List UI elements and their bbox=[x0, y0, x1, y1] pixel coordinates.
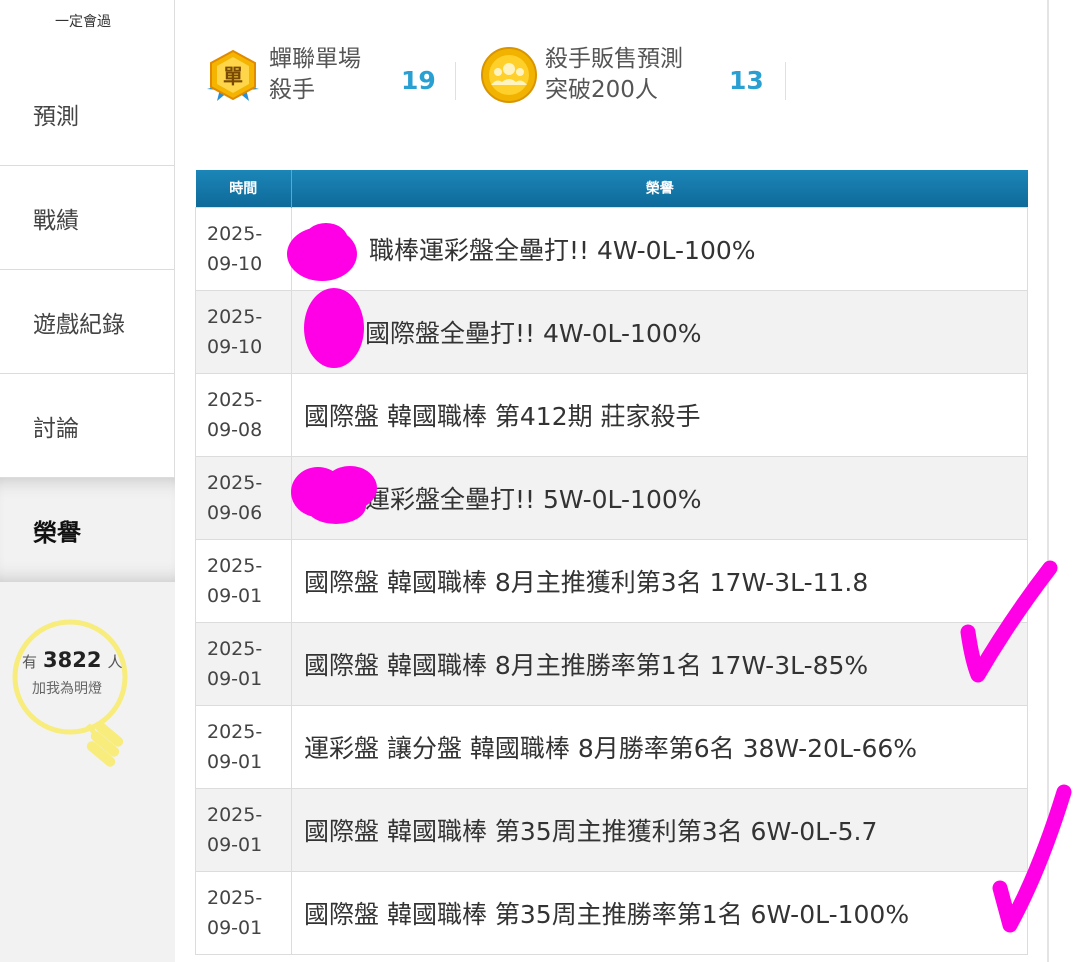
lamp-caption: 加我為明燈 bbox=[32, 681, 102, 697]
row-title: 國際盤 韓國職棒 8月主推勝率第1名 17W-3L-85% bbox=[291, 621, 1028, 706]
table-row: 2025- 09-01 國際盤 韓國職棒 8月主推勝率第1名 17W-3L-85% bbox=[195, 621, 1028, 706]
row-title: 國際盤 韓國職棒 8月主推獲利第3名 17W-3L-11.8 bbox=[291, 538, 1028, 623]
stat-label-line1: 蟬聯單場 bbox=[269, 46, 361, 72]
stat-label-line2: 殺手 bbox=[269, 77, 315, 103]
lamp-suffix: 人 bbox=[107, 653, 123, 671]
table-row: 2025- 09-01 運彩盤 讓分盤 韓國職棒 8月勝率第6名 38W-20L-… bbox=[195, 704, 1028, 789]
row-date: 2025- 09-10 bbox=[195, 206, 292, 291]
lamp-count: 有 3822 人 bbox=[22, 648, 122, 672]
row-date: 2025- 09-01 bbox=[195, 704, 292, 789]
row-title: 國際盤 韓國職棒 第412期 莊家殺手 bbox=[291, 372, 1028, 457]
divider bbox=[455, 62, 456, 100]
table-row: 2025- 09-01 國際盤 韓國職棒 第35周主推勝率第1名 6W-0L-10… bbox=[195, 870, 1028, 955]
row-date: 2025- 09-10 bbox=[195, 289, 292, 374]
table-row: 2025- 09-08 國際盤 韓國職棒 第412期 莊家殺手 bbox=[195, 372, 1028, 457]
sidebar-item-game-log[interactable]: 遊戲紀錄 bbox=[0, 270, 175, 374]
sidebar: 一定會過 預測 戰績 遊戲紀錄 討論 榮譽 有 3822 人 加我為明燈 bbox=[0, 0, 175, 962]
stat-single-killer: 單 蟬聯單場 殺手 19 bbox=[203, 44, 456, 106]
table-row: 2025- 09-06 運彩盤全壘打!! 5W-0L-100% bbox=[195, 455, 1028, 540]
table-row: 2025- 09-01 國際盤 韓國職棒 第35周主推獲利第3名 6W-0L-5.… bbox=[195, 787, 1028, 872]
sidebar-nav: 預測 戰績 遊戲紀錄 討論 榮譽 bbox=[0, 63, 175, 582]
stat-count: 13 bbox=[729, 66, 764, 95]
row-date: 2025- 09-06 bbox=[195, 455, 292, 540]
crowd-medal-icon bbox=[481, 47, 537, 103]
column-header-date: 時間 bbox=[195, 170, 292, 207]
sidebar-item-predict[interactable]: 預測 bbox=[0, 63, 175, 166]
table-row: 2025- 09-10 職棒運彩盤全壘打!! 4W-0L-100% bbox=[195, 206, 1028, 291]
divider bbox=[785, 62, 786, 100]
row-title: 國際盤 韓國職棒 第35周主推勝率第1名 6W-0L-100% bbox=[291, 870, 1028, 955]
lamp-count-number: 3822 bbox=[43, 648, 102, 672]
sidebar-item-honor[interactable]: 榮譽 bbox=[0, 478, 175, 582]
stat-count: 19 bbox=[401, 66, 436, 95]
column-header-honor: 榮譽 bbox=[291, 170, 1028, 207]
table-row: 2025- 09-01 國際盤 韓國職棒 8月主推獲利第3名 17W-3L-11.… bbox=[195, 538, 1028, 623]
row-title: 國際盤 韓國職棒 第35周主推獲利第3名 6W-0L-5.7 bbox=[291, 787, 1028, 872]
stat-label: 蟬聯單場 殺手 bbox=[269, 44, 361, 106]
stat-label-line1: 殺手販售預測 bbox=[545, 46, 683, 72]
content-edge bbox=[1047, 0, 1049, 962]
user-name: 一定會過 bbox=[55, 14, 111, 30]
row-title: 國際盤全壘打!! 4W-0L-100% bbox=[291, 289, 1028, 374]
lamp-prefix: 有 bbox=[22, 653, 38, 671]
row-date: 2025- 09-01 bbox=[195, 870, 292, 955]
honor-table: 時間 榮譽 2025- 09-10 職棒運彩盤全壘打!! 4W-0L-100% 2… bbox=[195, 170, 1028, 955]
row-title: 職棒運彩盤全壘打!! 4W-0L-100% bbox=[291, 206, 1028, 291]
row-date: 2025- 09-01 bbox=[195, 621, 292, 706]
table-row: 2025- 09-10 國際盤全壘打!! 4W-0L-100% bbox=[195, 289, 1028, 374]
sidebar-item-discussion[interactable]: 討論 bbox=[0, 374, 175, 478]
sidebar-header: 一定會過 bbox=[0, 0, 175, 63]
sidebar-item-record[interactable]: 戰績 bbox=[0, 166, 175, 270]
row-title: 運彩盤 讓分盤 韓國職棒 8月勝率第6名 38W-20L-66% bbox=[291, 704, 1028, 789]
row-date: 2025- 09-08 bbox=[195, 372, 292, 457]
row-title: 運彩盤全壘打!! 5W-0L-100% bbox=[291, 455, 1028, 540]
row-date: 2025- 09-01 bbox=[195, 787, 292, 872]
table-header-row: 時間 榮譽 bbox=[195, 170, 1028, 207]
svg-text:單: 單 bbox=[223, 64, 243, 88]
stat-label-line2: 突破200人 bbox=[545, 77, 658, 103]
stat-sales-killer: 殺手販售預測 突破200人 13 bbox=[479, 44, 786, 106]
row-date: 2025- 09-01 bbox=[195, 538, 292, 623]
stat-label: 殺手販售預測 突破200人 bbox=[545, 44, 683, 106]
single-badge-icon: 單 bbox=[207, 49, 259, 101]
